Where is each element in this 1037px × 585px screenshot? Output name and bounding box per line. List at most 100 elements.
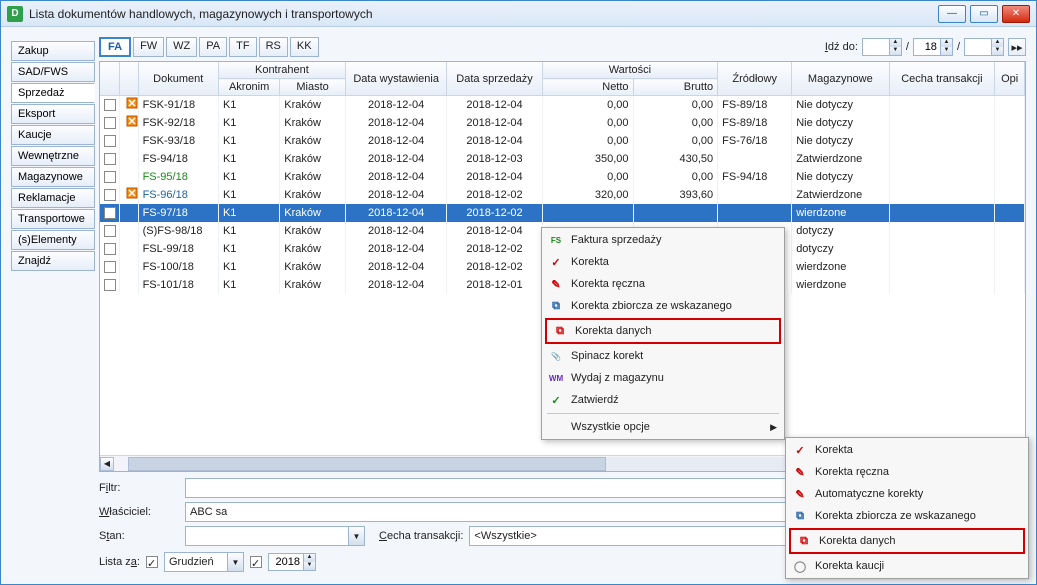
menu-item[interactable]: ⧉Korekta danych [547,320,779,342]
menu-item[interactable]: ✓Korekta [543,251,783,273]
col-cecha[interactable]: Cecha transakcji [889,62,995,96]
goto-field-3[interactable]: ▲▼ [964,38,1004,56]
sidetab-transportowe[interactable]: Transportowe [11,209,95,229]
row-checkbox[interactable] [104,279,116,291]
lista-za-label: Lista za: [99,556,140,568]
goto-field-1[interactable]: ▲▼ [862,38,902,56]
table-row[interactable]: FS-97/18K1Kraków2018-12-042018-12-02wier… [100,204,1025,222]
maximize-button[interactable]: ▭ [970,5,998,23]
row-checkbox[interactable] [104,207,116,219]
col-data-wystawienia[interactable]: Data wystawienia [345,62,447,96]
cecha-label: Cecha transakcji: [379,530,463,542]
menu-icon: ⧉ [791,508,809,524]
row-checkbox[interactable] [104,117,116,129]
menu-item[interactable]: ✓Zatwierdź [543,389,783,411]
toptab-kk[interactable]: KK [290,37,319,57]
menu-icon: ⧉ [551,323,569,339]
menu-item[interactable]: ✎Korekta ręczna [543,273,783,295]
row-checkbox[interactable] [104,189,116,201]
col-magazynowe[interactable]: Magazynowe [792,62,889,96]
menu-icon: ⧉ [795,533,813,549]
menu-item[interactable]: WMWydaj z magazynu [543,367,783,389]
context-menu-main[interactable]: FSFaktura sprzedaży✓Korekta✎Korekta ręcz… [541,227,785,440]
year-spin[interactable]: ▲▼ [268,553,316,571]
goto-group: Idź do: ▲▼ / ▲▼ / ▲▼ ▸▸ [825,38,1026,56]
menu-item[interactable]: ⧉Korekta danych [791,530,1023,552]
menu-icon: ✎ [791,486,809,502]
row-checkbox[interactable] [104,243,116,255]
menu-item[interactable]: 📎Spinacz korekt [543,345,783,367]
toptab-tf[interactable]: TF [229,37,256,57]
menu-icon: ✎ [791,464,809,480]
menu-item[interactable]: ⧉Korekta zbiorcza ze wskazanego [787,505,1027,527]
col-brutto[interactable]: Brutto [633,79,718,96]
menu-icon: ✓ [791,442,809,458]
window-title: Lista dokumentów handlowych, magazynowyc… [29,7,373,21]
filtr-label: Filtr: [99,482,179,494]
month-combo[interactable]: Grudzień▼ [164,552,244,572]
scroll-thumb[interactable] [128,457,606,471]
stan-label: Stan: [99,530,179,542]
col-data-sprzedazy[interactable]: Data sprzedaży [447,62,542,96]
row-checkbox[interactable] [104,153,116,165]
app-window: D Lista dokumentów handlowych, magazynow… [0,0,1037,585]
menu-icon: ⧉ [547,298,565,314]
col-miasto[interactable]: Miasto [280,79,346,96]
table-row[interactable]: FS-94/18K1Kraków2018-12-042018-12-03350,… [100,150,1025,168]
month-checkbox[interactable]: ✓ [146,556,158,568]
table-row[interactable]: FSK-93/18K1Kraków2018-12-042018-12-040,0… [100,132,1025,150]
menu-item[interactable]: ✎Korekta ręczna [787,461,1027,483]
sidetab-sprzedaż[interactable]: Sprzedaż [11,83,95,103]
goto-button[interactable]: ▸▸ [1008,38,1026,56]
table-row[interactable]: FSK-91/18K1Kraków2018-12-042018-12-040,0… [100,96,1025,114]
col-zrodlowy[interactable]: Źródłowy [718,62,792,96]
row-checkbox[interactable] [104,135,116,147]
menu-item[interactable]: ⧉Korekta zbiorcza ze wskazanego [543,295,783,317]
sidetab-sad/fws[interactable]: SAD/FWS [11,62,95,82]
sidetab-magazynowe[interactable]: Magazynowe [11,167,95,187]
col-opis[interactable]: Opi [995,62,1025,96]
toptab-fw[interactable]: FW [133,37,164,57]
row-checkbox[interactable] [104,171,116,183]
flag-icon [124,187,139,199]
year-checkbox[interactable]: ✓ [250,556,262,568]
table-row[interactable]: FS-96/18K1Kraków2018-12-042018-12-02320,… [100,186,1025,204]
sidetab-reklamacje[interactable]: Reklamacje [11,188,95,208]
col-kontrahent[interactable]: Kontrahent [218,62,345,79]
menu-icon: FS [547,232,565,248]
titlebar: D Lista dokumentów handlowych, magazynow… [1,1,1036,27]
sidetab-znajdź[interactable]: Znajdź [11,251,95,271]
sidetab-kaucje[interactable]: Kaucje [11,125,95,145]
scroll-left-arrow[interactable]: ◀ [100,457,114,471]
sidetab-zakup[interactable]: Zakup [11,41,95,61]
sidetab-wewnętrzne[interactable]: Wewnętrzne [11,146,95,166]
row-checkbox[interactable] [104,261,116,273]
app-icon: D [7,6,23,22]
row-checkbox[interactable] [104,225,116,237]
toptab-fa[interactable]: FA [99,37,131,57]
table-row[interactable]: FS-95/18K1Kraków2018-12-042018-12-040,00… [100,168,1025,186]
stan-combo[interactable]: ▼ [185,526,365,546]
col-netto[interactable]: Netto [542,79,633,96]
goto-field-2[interactable]: ▲▼ [913,38,953,56]
toptab-rs[interactable]: RS [259,37,288,57]
goto-label: Idź do: [825,41,858,53]
menu-icon: ◯ [791,558,809,574]
toptab-pa[interactable]: PA [199,37,227,57]
menu-item[interactable]: ✓Korekta [787,439,1027,461]
row-checkbox[interactable] [104,99,116,111]
table-row[interactable]: FSK-92/18K1Kraków2018-12-042018-12-040,0… [100,114,1025,132]
menu-item[interactable]: FSFaktura sprzedaży [543,229,783,251]
minimize-button[interactable]: — [938,5,966,23]
menu-item[interactable]: ✎Automatyczne korekty [787,483,1027,505]
sidetab-eksport[interactable]: Eksport [11,104,95,124]
sidetab-(s)elementy[interactable]: (s)Elementy [11,230,95,250]
close-button[interactable]: ✕ [1002,5,1030,23]
context-menu-add[interactable]: ✓Korekta✎Korekta ręczna✎Automatyczne kor… [785,437,1029,579]
toptab-wz[interactable]: WZ [166,37,197,57]
menu-item-all-options[interactable]: Wszystkie opcje [543,416,783,438]
col-akronim[interactable]: Akronim [218,79,279,96]
col-wartosci[interactable]: Wartości [542,62,718,79]
col-dokument[interactable]: Dokument [138,62,218,96]
menu-item[interactable]: ◯Korekta kaucji [787,555,1027,577]
